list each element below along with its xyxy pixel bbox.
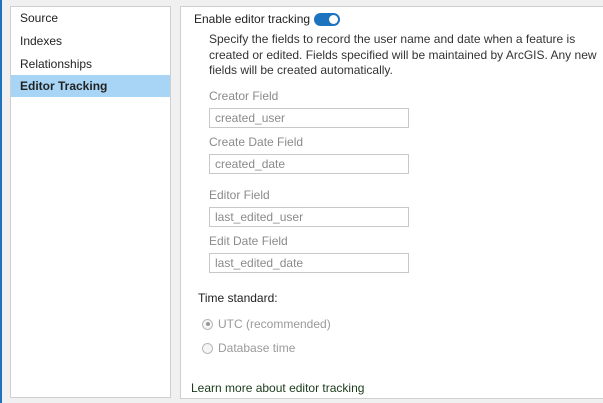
sidebar-item-editor-tracking[interactable]: Editor Tracking <box>11 75 170 97</box>
editor-tracking-panel: Enable editor tracking Specify the field… <box>180 6 603 399</box>
edit-date-field-input[interactable]: last_edited_date <box>209 253 409 273</box>
edit-date-field-label: Edit Date Field <box>209 234 288 248</box>
database-time-label: Database time <box>218 341 296 355</box>
sidebar: Source Indexes Relationships Editor Trac… <box>10 6 171 398</box>
creator-field-label: Creator Field <box>209 89 279 103</box>
create-date-field-label: Create Date Field <box>209 135 304 149</box>
learn-more-link[interactable]: Learn more about editor tracking <box>191 381 364 395</box>
editor-field-label: Editor Field <box>209 188 270 202</box>
enable-label: Enable editor tracking <box>194 12 311 26</box>
sidebar-item-relationships[interactable]: Relationships <box>11 53 170 75</box>
utc-label: UTC (recommended) <box>218 317 331 331</box>
creator-field-input[interactable]: created_user <box>209 108 409 128</box>
database-time-radio[interactable]: Database time <box>202 341 295 355</box>
radio-selected-icon <box>202 318 213 330</box>
utc-radio[interactable]: UTC (recommended) <box>202 317 331 331</box>
enable-editor-tracking-toggle[interactable] <box>314 13 340 26</box>
create-date-field-input[interactable]: created_date <box>209 154 409 174</box>
time-standard-label: Time standard: <box>198 291 278 305</box>
sidebar-item-indexes[interactable]: Indexes <box>11 30 170 52</box>
radio-empty-icon <box>202 342 213 354</box>
editor-field-input[interactable]: last_edited_user <box>209 207 409 227</box>
description: Specify the fields to record the user na… <box>209 32 597 77</box>
window-edge <box>0 0 2 403</box>
sidebar-item-source[interactable]: Source <box>11 7 170 29</box>
